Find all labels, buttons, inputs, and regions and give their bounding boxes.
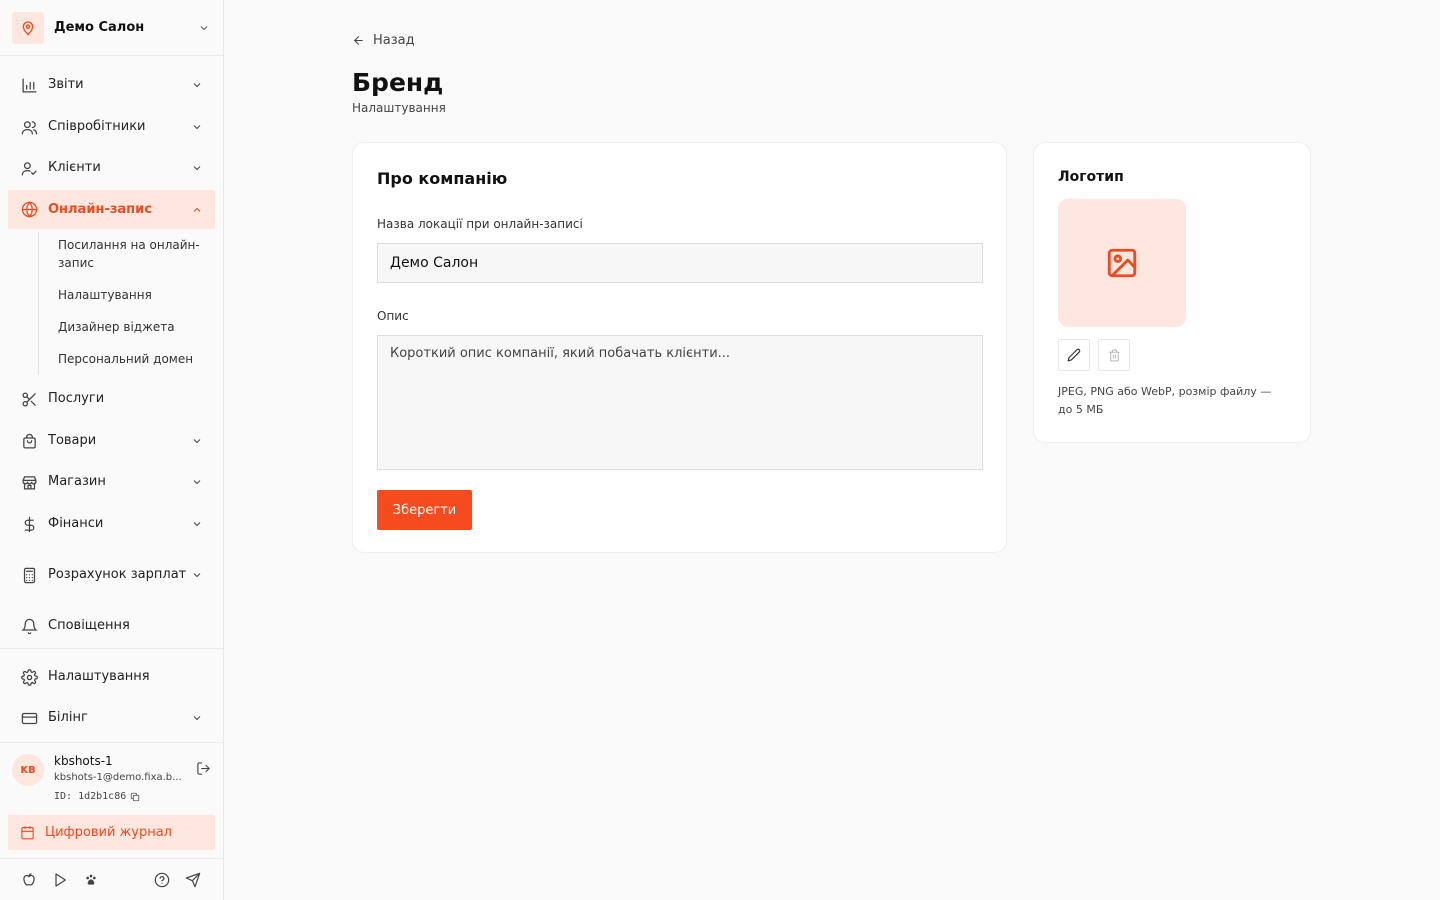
chevron-down-icon [198, 22, 210, 34]
logo-file-hint: JPEG, PNG або WebP, розмір файлу — до 5 … [1058, 385, 1272, 416]
scissors-icon [20, 390, 38, 408]
trash-icon [1108, 349, 1121, 362]
sidebar-item-finance[interactable]: Фінанси [8, 512, 215, 536]
sidebar-item-reports[interactable]: Звіти [8, 73, 215, 97]
users-icon [20, 118, 38, 136]
sidebar-item-online-booking[interactable]: Онлайн-запис [8, 190, 215, 229]
submenu-item-booking-link[interactable]: Посилання на онлайн-запис [58, 236, 208, 272]
submenu-item-custom-domain[interactable]: Персональний домен [58, 350, 208, 368]
sidebar-item-label: Налаштування [48, 669, 150, 684]
sidebar-item-shop[interactable]: Магазин [8, 470, 215, 494]
sidebar: Демо Салон Звіти Співробітники Клієнти О… [0, 0, 224, 900]
chevron-down-icon [191, 712, 203, 724]
description-label: Опис [377, 309, 409, 323]
bell-icon [20, 617, 38, 635]
copy-icon[interactable] [130, 792, 140, 802]
sidebar-item-services[interactable]: Послуги [8, 387, 215, 411]
save-button[interactable]: Зберегти [377, 490, 472, 530]
chevron-down-icon [191, 79, 203, 91]
page-title: Бренд [352, 68, 444, 97]
logo-card: Логотип JPEG, PNG або WebP, розмір файлу… [1033, 142, 1311, 443]
sidebar-item-label: Розрахунок зарплат [48, 567, 187, 582]
user-id-text: ID: 1d2b1c86 [54, 791, 127, 802]
edit-logo-button[interactable] [1058, 339, 1090, 371]
avatar: KB [12, 754, 44, 786]
calculator-icon [20, 566, 38, 584]
sidebar-item-billing[interactable]: Білінг [8, 706, 215, 730]
back-label: Назад [373, 33, 415, 48]
back-link[interactable]: Назад [352, 33, 415, 48]
logout-icon[interactable] [196, 761, 211, 776]
sidebar-item-label: Онлайн-запис [48, 201, 152, 217]
delete-logo-button[interactable] [1098, 339, 1130, 371]
chevron-down-icon [191, 162, 203, 174]
location-name: Демо Салон [54, 20, 145, 35]
chevron-down-icon [191, 476, 203, 488]
description-textarea[interactable]: Короткий опис компанії, який побачать кл… [377, 335, 983, 470]
store-icon [20, 473, 38, 491]
gear-icon [20, 668, 38, 686]
sidebar-footer [0, 858, 223, 900]
chevron-down-icon [191, 121, 203, 133]
chevron-down-icon [191, 435, 203, 447]
calendar-icon [20, 825, 35, 840]
location-name-label: Назва локації при онлайн-записі [377, 217, 583, 231]
arrow-left-icon [352, 34, 365, 47]
location-selector[interactable]: Демо Салон [12, 11, 214, 44]
credit-card-icon [20, 709, 38, 727]
sidebar-item-notifications[interactable]: Сповіщення [8, 614, 215, 638]
user-email: kbshots-1@demo.fixa.b... [54, 772, 182, 783]
sidebar-item-products[interactable]: Товари [8, 429, 215, 453]
digital-journal-label: Цифровий журнал [45, 825, 172, 840]
shopping-bag-icon [20, 432, 38, 450]
submenu-guide-line [38, 232, 39, 375]
dollar-icon [20, 515, 38, 533]
sidebar-item-settings[interactable]: Налаштування [8, 665, 215, 689]
sidebar-item-label: Білінг [48, 710, 88, 725]
sidebar-item-label: Фінанси [48, 516, 104, 531]
sidebar-item-label: Звіти [48, 77, 84, 92]
globe-icon [20, 201, 38, 219]
sidebar-item-label: Клієнти [48, 160, 101, 175]
sidebar-item-label: Послуги [48, 391, 105, 406]
sidebar-item-label: Сповіщення [48, 618, 130, 633]
location-name-input[interactable]: Демо Салон [377, 243, 983, 283]
user-check-icon [20, 159, 38, 177]
user-id: ID: 1d2b1c86 [54, 791, 140, 802]
chevron-up-icon [191, 204, 203, 216]
chevron-down-icon [191, 569, 203, 581]
sidebar-item-label: Товари [48, 433, 97, 448]
logo-title: Логотип [1058, 169, 1124, 185]
page-subtitle: Налаштування [352, 101, 446, 115]
user-name: kbshots-1 [54, 754, 113, 768]
help-icon[interactable] [153, 871, 171, 889]
telegram-icon[interactable] [184, 871, 202, 889]
digital-journal-button[interactable]: Цифровий журнал [8, 815, 215, 850]
logo-upload-area[interactable] [1058, 199, 1186, 327]
play-store-icon[interactable] [51, 871, 69, 889]
sidebar-item-label: Магазин [48, 474, 106, 489]
image-icon [1105, 246, 1139, 280]
divider [0, 55, 223, 56]
divider [0, 742, 223, 743]
about-company-title: Про компанію [377, 169, 508, 188]
user-profile: KB kbshots-1 kbshots-1@demo.fixa.b... ID… [12, 752, 217, 808]
submenu-item-settings[interactable]: Налаштування [58, 286, 208, 304]
sidebar-item-label: Співробітники [48, 119, 146, 134]
divider [0, 648, 223, 649]
sidebar-item-clients[interactable]: Клієнти [8, 156, 215, 180]
bar-chart-icon [20, 76, 38, 94]
submenu-item-widget-designer[interactable]: Дизайнер віджета [58, 318, 208, 336]
map-pin-icon [12, 11, 44, 44]
sidebar-item-staff[interactable]: Співробітники [8, 115, 215, 139]
paw-icon[interactable] [82, 871, 100, 889]
pencil-icon [1067, 348, 1081, 362]
sidebar-item-payroll[interactable]: Розрахунок зарплат [8, 554, 215, 596]
apple-icon[interactable] [20, 871, 38, 889]
about-company-card: Про компанію Назва локації при онлайн-за… [352, 142, 1007, 553]
chevron-down-icon [191, 518, 203, 530]
